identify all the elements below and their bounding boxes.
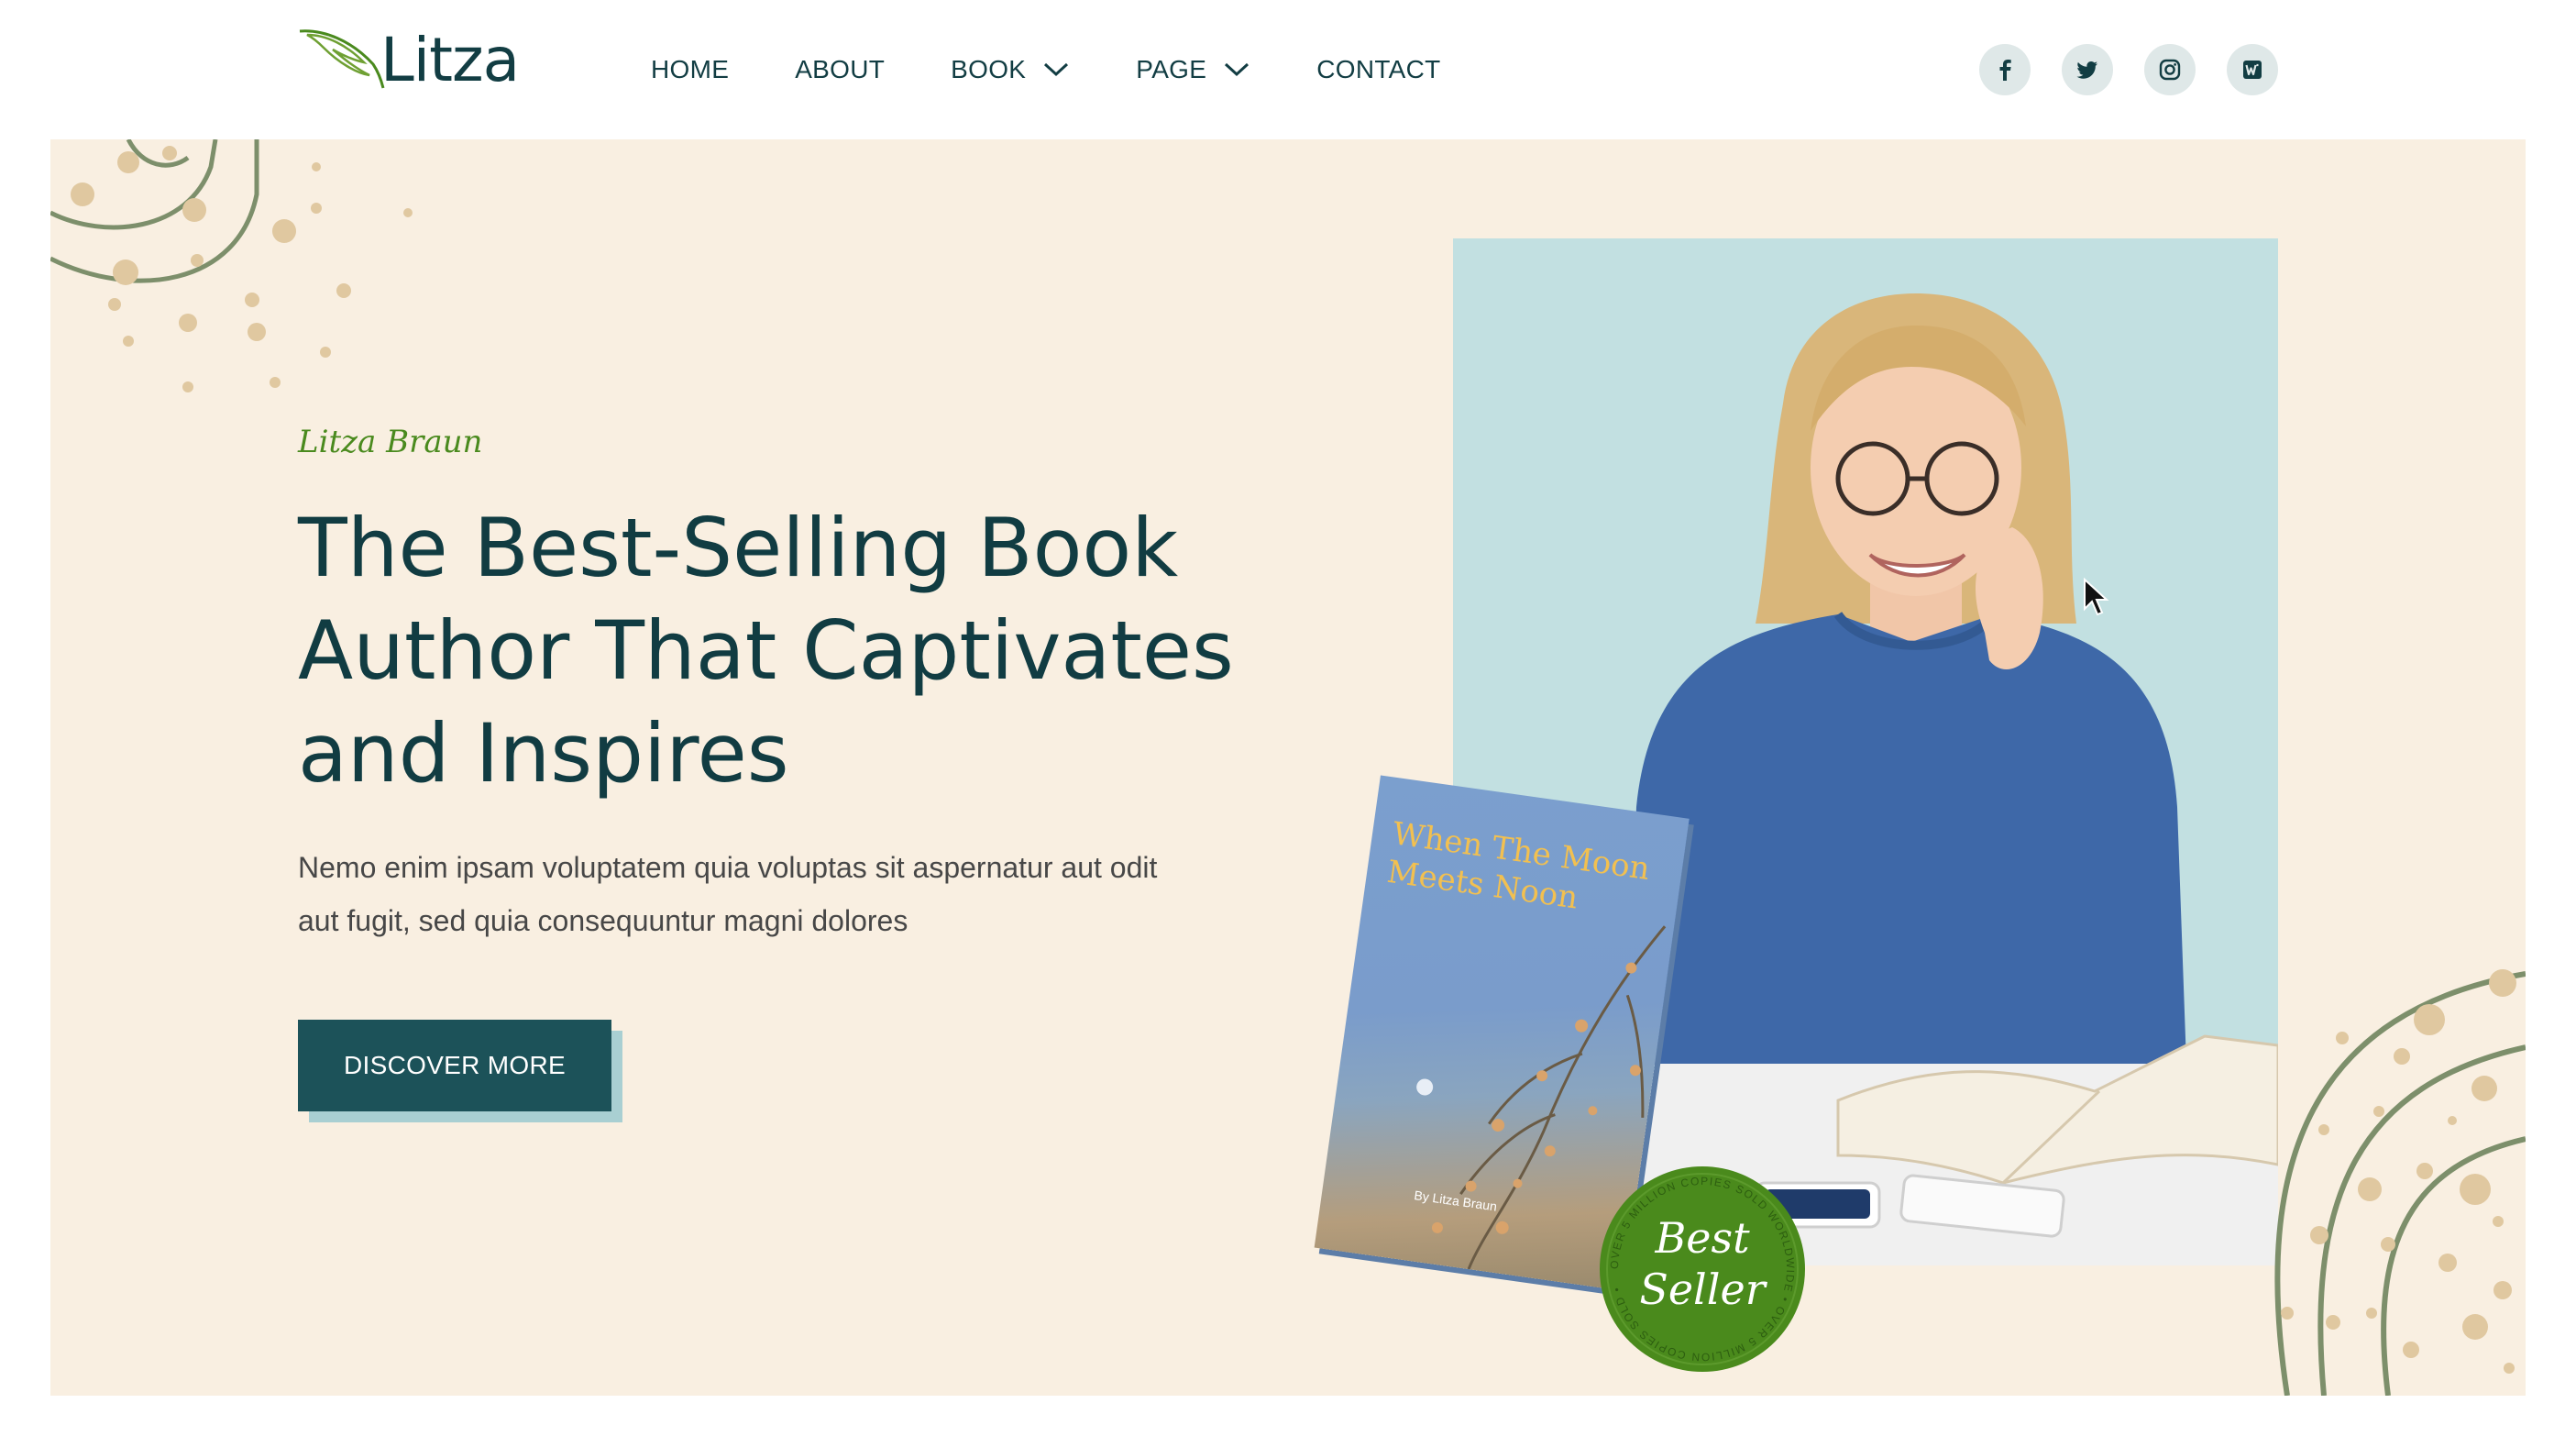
facebook-icon (1999, 60, 2011, 81)
decorative-swirl-top-left (50, 139, 413, 392)
main-nav: HOME ABOUT BOOK PAGE CONTACT (651, 46, 1507, 94)
nav-book-label: BOOK (951, 55, 1027, 83)
nav-book[interactable]: BOOK (951, 55, 1070, 84)
goodreads-w-icon (2243, 61, 2262, 79)
badge-label: Best Seller (1639, 1213, 1766, 1314)
page-bottom-strip (0, 1396, 2576, 1436)
nav-home[interactable]: HOME (651, 55, 729, 84)
social-links (1979, 44, 2309, 95)
hero-description: Nemo enim ipsam voluptatem quia voluptas… (298, 851, 1158, 937)
nav-about-label: ABOUT (795, 55, 886, 83)
discover-more-button-wrap: DISCOVER MORE (298, 1020, 622, 1122)
chevron-down-icon (1225, 62, 1249, 77)
mouse-cursor-icon (2084, 578, 2109, 616)
best-seller-badge: OVER 5 MILLION COPIES SOLD WORLDWIDE • O… (1600, 1166, 1805, 1372)
author-name: Litza Braun (298, 424, 483, 460)
logo[interactable]: Litza (296, 25, 520, 95)
chevron-down-icon (1044, 62, 1069, 77)
nav-about[interactable]: ABOUT (795, 55, 885, 84)
discover-more-button[interactable]: DISCOVER MORE (298, 1020, 611, 1111)
nav-page[interactable]: PAGE (1136, 55, 1250, 84)
decorative-swirl-bottom-right (2274, 969, 2526, 1396)
facebook-link[interactable] (1979, 44, 2031, 95)
hero-title: The Best-Selling Book Author That Captiv… (298, 501, 1234, 801)
instagram-link[interactable] (2144, 44, 2196, 95)
twitter-link[interactable] (2062, 44, 2113, 95)
nav-page-label: PAGE (1136, 55, 1207, 83)
nav-contact-label: CONTACT (1316, 55, 1441, 83)
feather-logo-icon (299, 29, 385, 89)
instagram-icon (2159, 59, 2181, 81)
goodreads-link[interactable] (2227, 44, 2278, 95)
hero-section: Litza Braun The Best-Selling Book Author… (50, 139, 2526, 1396)
logo-text: Litza (380, 25, 520, 95)
site-header: Litza HOME ABOUT BOOK PAGE CONTACT (0, 0, 2576, 139)
nav-contact[interactable]: CONTACT (1316, 55, 1440, 84)
nav-home-label: HOME (651, 55, 730, 83)
twitter-icon (2076, 61, 2097, 79)
